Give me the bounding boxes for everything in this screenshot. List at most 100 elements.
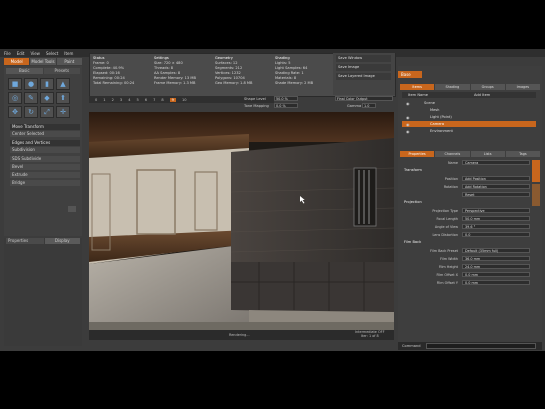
item-list-tabs: Items Shading Groups Images <box>400 84 540 90</box>
base-dropdown[interactable]: Base <box>398 71 422 78</box>
command-input[interactable] <box>426 343 536 349</box>
save-image-button[interactable]: Save Image <box>336 64 391 71</box>
render-status-text: Rendering... <box>229 333 250 337</box>
render-viewport[interactable] <box>89 112 394 330</box>
output-preset-dropdown[interactable]: Final Color Output <box>335 96 393 101</box>
menu-item[interactable]: Item <box>64 51 73 56</box>
gamma-field[interactable]: 1.0 <box>362 103 376 108</box>
tree-item-environment[interactable]: Environment <box>402 128 536 134</box>
rotate-icon[interactable]: ↻ <box>24 106 38 118</box>
move-icon[interactable]: ✥ <box>8 106 22 118</box>
cylinder-icon[interactable]: ▮ <box>40 78 54 90</box>
cube-icon[interactable]: ■ <box>8 78 22 90</box>
property-field[interactable]: Add Rotation <box>462 184 530 189</box>
item-list-header: Item Name Add Item <box>402 92 536 98</box>
menu-edit[interactable]: Edit <box>17 51 25 56</box>
extrude-icon[interactable]: ⬆ <box>56 92 70 104</box>
tab-model[interactable]: Model <box>4 58 30 65</box>
cone-icon[interactable]: ▲ <box>56 78 70 90</box>
tab-channels[interactable]: Channels <box>435 151 470 157</box>
frame-label[interactable]: 1 <box>103 98 105 102</box>
menu-file[interactable]: File <box>4 51 11 56</box>
tone-mapping-field[interactable]: 0.0 % <box>274 103 298 108</box>
property-field[interactable]: 24.0 mm <box>462 264 530 269</box>
info-shading-column: Shading Lights: 5 Light Samples: 64 Shad… <box>275 56 313 86</box>
viewport-status-bar: Rendering... Intermediate OFF Iter: 1 of… <box>89 330 394 340</box>
eye-icon[interactable]: ◉ <box>406 129 410 134</box>
side-tab[interactable] <box>532 160 540 182</box>
tree-item-scene[interactable]: Scene <box>402 100 536 106</box>
tab-model-tools[interactable]: Model Tools <box>30 58 56 65</box>
frame-label[interactable]: 4 <box>128 98 130 102</box>
shape-level-field[interactable]: 50.0 % <box>274 96 298 101</box>
frame-label[interactable]: 10 <box>182 98 187 102</box>
save-window-button[interactable]: Save Window <box>336 55 391 62</box>
menu-select[interactable]: Select <box>46 51 58 56</box>
toolbar-toggle-button[interactable] <box>68 206 76 212</box>
current-frame[interactable]: 9 <box>169 97 176 102</box>
pen-icon[interactable]: ✎ <box>24 92 38 104</box>
frame-label[interactable]: 7 <box>153 98 155 102</box>
property-field[interactable]: 0.0 mm <box>462 280 530 285</box>
tab-items[interactable]: Items <box>400 84 435 90</box>
frame-label[interactable]: 2 <box>112 98 114 102</box>
torus-icon[interactable]: ◎ <box>8 92 22 104</box>
side-tab[interactable] <box>532 184 540 206</box>
tree-item-light[interactable]: Light (Point) <box>402 114 536 120</box>
tab-display-left[interactable]: Display <box>44 238 80 244</box>
property-field[interactable]: Perspective <box>462 208 530 213</box>
frame-label[interactable]: 8 <box>161 98 163 102</box>
left-tool-row[interactable]: SDS Subdivide <box>10 156 80 162</box>
tone-mapping-label: Tone Mapping <box>244 104 269 108</box>
tab-basic[interactable]: Basic <box>6 68 43 74</box>
property-field[interactable]: Default (35mm full) <box>462 248 530 253</box>
property-label: Focal Length <box>436 216 458 221</box>
property-field[interactable]: Reset <box>462 192 530 197</box>
property-field[interactable]: 0.0 mm <box>462 272 530 277</box>
left-tool-row[interactable]: Center Selected <box>10 131 80 137</box>
left-tool-row[interactable]: Bevel <box>10 164 80 170</box>
property-label: Film Offset Y <box>436 280 458 285</box>
left-tool-row[interactable]: Bridge <box>10 180 80 186</box>
info-value: Frame Memory: 1.3 MB <box>154 81 196 85</box>
frame-label[interactable]: 6 <box>145 98 147 102</box>
save-layered-image-button[interactable]: Save Layered Image <box>336 73 391 80</box>
property-label: Rotation <box>443 184 458 189</box>
scale-icon[interactable]: ⤢ <box>40 106 54 118</box>
sphere-icon[interactable]: ● <box>24 78 38 90</box>
frame-label[interactable]: 5 <box>136 98 138 102</box>
command-bar: Command <box>398 342 542 350</box>
property-field[interactable]: 0.0 <box>462 232 530 237</box>
property-field[interactable]: Add Position <box>462 176 530 181</box>
tab-properties[interactable]: Properties <box>400 151 435 157</box>
transform-icon[interactable]: ✛ <box>56 106 70 118</box>
property-field[interactable]: 50.0 mm <box>462 216 530 221</box>
frame-label[interactable]: 3 <box>120 98 122 102</box>
property-field[interactable]: 39.6 ° <box>462 224 530 229</box>
left-tool-row[interactable]: Extrude <box>10 172 80 178</box>
tree-item-mesh[interactable]: Mesh <box>402 107 536 113</box>
eye-icon[interactable]: ◉ <box>406 101 410 106</box>
property-field[interactable]: 36.0 mm <box>462 256 530 261</box>
bevel-icon[interactable]: ◆ <box>40 92 54 104</box>
tab-images[interactable]: Images <box>505 84 540 90</box>
render-output-actions: Save Window Save Image Save Layered Imag… <box>333 53 395 95</box>
left-tool-row[interactable]: Subdivision <box>10 147 80 153</box>
tab-groups[interactable]: Groups <box>470 84 505 90</box>
tab-lists[interactable]: Lists <box>470 151 505 157</box>
left-section-header: Move Transform <box>10 124 80 130</box>
tab-shading[interactable]: Shading <box>435 84 470 90</box>
menu-view[interactable]: View <box>30 51 40 56</box>
tab-paint[interactable]: Paint <box>56 58 82 65</box>
eye-icon[interactable]: ◉ <box>406 115 410 120</box>
eye-icon[interactable]: ◉ <box>406 122 410 127</box>
tab-properties-left[interactable]: Properties <box>6 238 44 244</box>
tab-presets[interactable]: Presets <box>43 68 80 74</box>
tree-item-camera[interactable]: Camera <box>402 121 536 127</box>
frame-label[interactable]: 0 <box>95 98 97 102</box>
info-geometry-column: Geometry Surfaces: 12 Segments: 212 Vert… <box>215 56 252 86</box>
info-settings-column: Settings Size: 720 × 480 Threads: 8 AA S… <box>154 56 196 86</box>
property-field[interactable]: Camera <box>462 160 530 165</box>
add-item-button[interactable]: Add Item <box>474 92 490 98</box>
tab-tags[interactable]: Tags <box>505 151 540 157</box>
